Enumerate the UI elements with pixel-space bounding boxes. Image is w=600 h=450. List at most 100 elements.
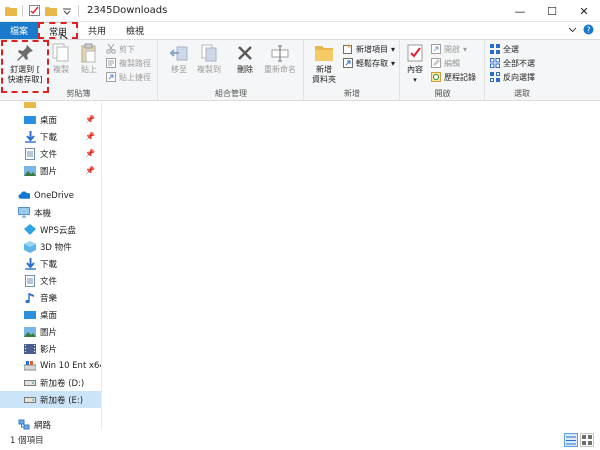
nav-item-label: 文件 <box>40 149 58 160</box>
details-view-button[interactable] <box>564 433 578 447</box>
nav-item-onedrive[interactable]: OneDrive <box>0 187 101 204</box>
nav-item-drive-e[interactable]: 新加卷 (E:) <box>0 391 101 408</box>
nav-item-documents[interactable]: 文件 <box>0 272 101 289</box>
new-item-dropdown-icon: ▾ <box>391 44 396 54</box>
move-to-button[interactable]: 移至 <box>165 42 193 75</box>
rename-button[interactable]: 重新命名 <box>261 42 299 75</box>
select-all-button[interactable]: 全選 <box>490 43 519 55</box>
nav-item-quick-downloads[interactable]: 下載 📌 <box>0 128 101 145</box>
paste-shortcut-button[interactable]: 貼上捷徑 <box>106 71 151 83</box>
edit-button[interactable]: 編輯 <box>431 57 460 69</box>
easy-access-dropdown-icon: ▾ <box>391 58 396 68</box>
tab-file[interactable]: 檔案 <box>0 22 39 39</box>
drive-icon <box>24 360 36 372</box>
new-item-label: 新增項目 <box>356 44 388 54</box>
new-item-button[interactable]: 新增項目 ▾ <box>343 43 395 55</box>
nav-item-videos[interactable]: 影片 <box>0 340 101 357</box>
new-folder-icon[interactable] <box>44 4 57 17</box>
help-icon[interactable]: ? <box>583 24 594 38</box>
nav-item-drive-d[interactable]: 新加卷 (D:) <box>0 374 101 391</box>
nav-item-label: WPS云盘 <box>40 225 76 236</box>
document-icon <box>24 274 36 287</box>
minimize-ribbon-icon[interactable] <box>568 26 577 36</box>
svg-text:?: ? <box>586 25 590 34</box>
nav-item-pictures[interactable]: 圖片 <box>0 323 101 340</box>
download-icon <box>24 257 36 270</box>
ribbon-tabs: 檔案 常用 共用 檢視 ? <box>0 22 600 39</box>
easy-access-label: 輕鬆存取 <box>356 58 388 68</box>
pinned-icon: 📌 <box>85 166 95 175</box>
open-button[interactable]: 開啟 ▾ <box>431 43 467 55</box>
history-icon <box>431 72 441 82</box>
tab-home[interactable]: 常用 <box>38 22 79 39</box>
paste-icon <box>78 42 100 64</box>
pin-quick-access-button[interactable]: 釘選到 [ 快速存取] <box>1 40 49 93</box>
nav-item-quick-documents[interactable]: 文件 📌 <box>0 145 101 162</box>
nav-item-partial[interactable] <box>0 102 101 111</box>
invert-selection-icon <box>490 72 500 82</box>
nav-item-drive-c[interactable]: Win 10 Ent x64 <box>0 357 101 374</box>
nav-item-3d-objects[interactable]: 3D 物件 <box>0 238 101 255</box>
desktop-icon <box>24 114 36 126</box>
move-to-label: 移至 <box>171 65 187 74</box>
cut-label: 剪下 <box>119 44 135 54</box>
new-folder-large-icon <box>313 42 335 64</box>
paste-button[interactable]: 貼上 <box>78 42 100 75</box>
copy-path-button[interactable]: 複製路徑 <box>106 57 151 69</box>
delete-button[interactable]: 刪除 <box>233 42 257 75</box>
open-group: 內容 ▾ 開啟 ▾ 編輯 歷程記錄 開啟 <box>401 40 485 101</box>
nav-item-label: 文件 <box>40 276 58 287</box>
history-button[interactable]: 歷程記錄 <box>431 71 476 83</box>
copy-button[interactable]: 複製 <box>50 42 72 75</box>
nav-item-network[interactable]: 網路 <box>0 416 101 430</box>
drive-icon <box>24 394 36 406</box>
nav-item-label: OneDrive <box>34 190 74 201</box>
select-group-label: 選取 <box>514 89 530 98</box>
folder-icon <box>4 4 17 17</box>
large-icons-view-button[interactable] <box>580 433 594 447</box>
select-none-label: 全部不選 <box>503 58 535 68</box>
3d-objects-icon <box>24 240 36 253</box>
nav-item-label: 3D 物件 <box>40 242 72 253</box>
minimize-button[interactable]: — <box>504 0 536 22</box>
invert-selection-button[interactable]: 反向選擇 <box>490 71 535 83</box>
select-none-button[interactable]: 全部不選 <box>490 57 535 69</box>
select-none-icon <box>490 58 500 68</box>
properties-button[interactable]: 內容 ▾ <box>403 42 427 85</box>
maximize-button[interactable]: ☐ <box>536 0 568 22</box>
nav-item-wps-cloud[interactable]: WPS云盘 <box>0 221 101 238</box>
nav-item-label: 下載 <box>40 259 58 270</box>
rename-label: 重新命名 <box>264 65 296 74</box>
close-button[interactable]: ✕ <box>568 0 600 22</box>
nav-item-this-pc[interactable]: 本機 <box>0 204 101 221</box>
customize-dropdown-icon[interactable] <box>60 4 73 17</box>
copy-to-button[interactable]: 複製到 <box>195 42 223 75</box>
details-view-icon <box>566 436 576 444</box>
nav-item-downloads[interactable]: 下載 <box>0 255 101 272</box>
tab-share[interactable]: 共用 <box>78 22 116 39</box>
new-group-label: 新增 <box>344 89 360 98</box>
drive-icon <box>24 377 36 389</box>
tab-view[interactable]: 檢視 <box>116 22 154 39</box>
delete-label: 刪除 <box>237 65 253 74</box>
nav-item-quick-desktop[interactable]: 桌面 📌 <box>0 111 101 128</box>
properties-check-icon[interactable] <box>28 4 41 17</box>
nav-item-quick-pictures[interactable]: 圖片 📌 <box>0 162 101 179</box>
nav-item-desktop[interactable]: 桌面 <box>0 306 101 323</box>
nav-item-label: Win 10 Ent x64 <box>40 360 102 371</box>
picture-icon <box>24 165 36 177</box>
history-label: 歷程記錄 <box>444 72 476 82</box>
pinned-icon: 📌 <box>85 115 95 124</box>
cloud-icon <box>24 224 36 236</box>
easy-access-button[interactable]: 輕鬆存取 ▾ <box>343 57 395 69</box>
new-folder-button[interactable]: 新增 資料夾 <box>309 42 339 85</box>
window-title: 2345Downloads <box>87 5 168 16</box>
item-count: 1 個項目 <box>10 436 44 446</box>
cut-button[interactable]: 剪下 <box>106 43 135 55</box>
file-list-area[interactable] <box>103 102 600 430</box>
navigation-pane[interactable]: 桌面 📌 下載 📌 文件 📌 圖片 📌 OneDrive 本機 WPS云盘 3D… <box>0 102 102 430</box>
large-icons-view-icon <box>582 435 592 445</box>
clipboard-group: 釘選到 [ 快速存取] 複製 貼上 剪下 複製路徑 貼上捷徑 剪貼簿 <box>0 40 158 101</box>
nav-item-music[interactable]: 音樂 <box>0 289 101 306</box>
view-buttons <box>564 433 594 447</box>
